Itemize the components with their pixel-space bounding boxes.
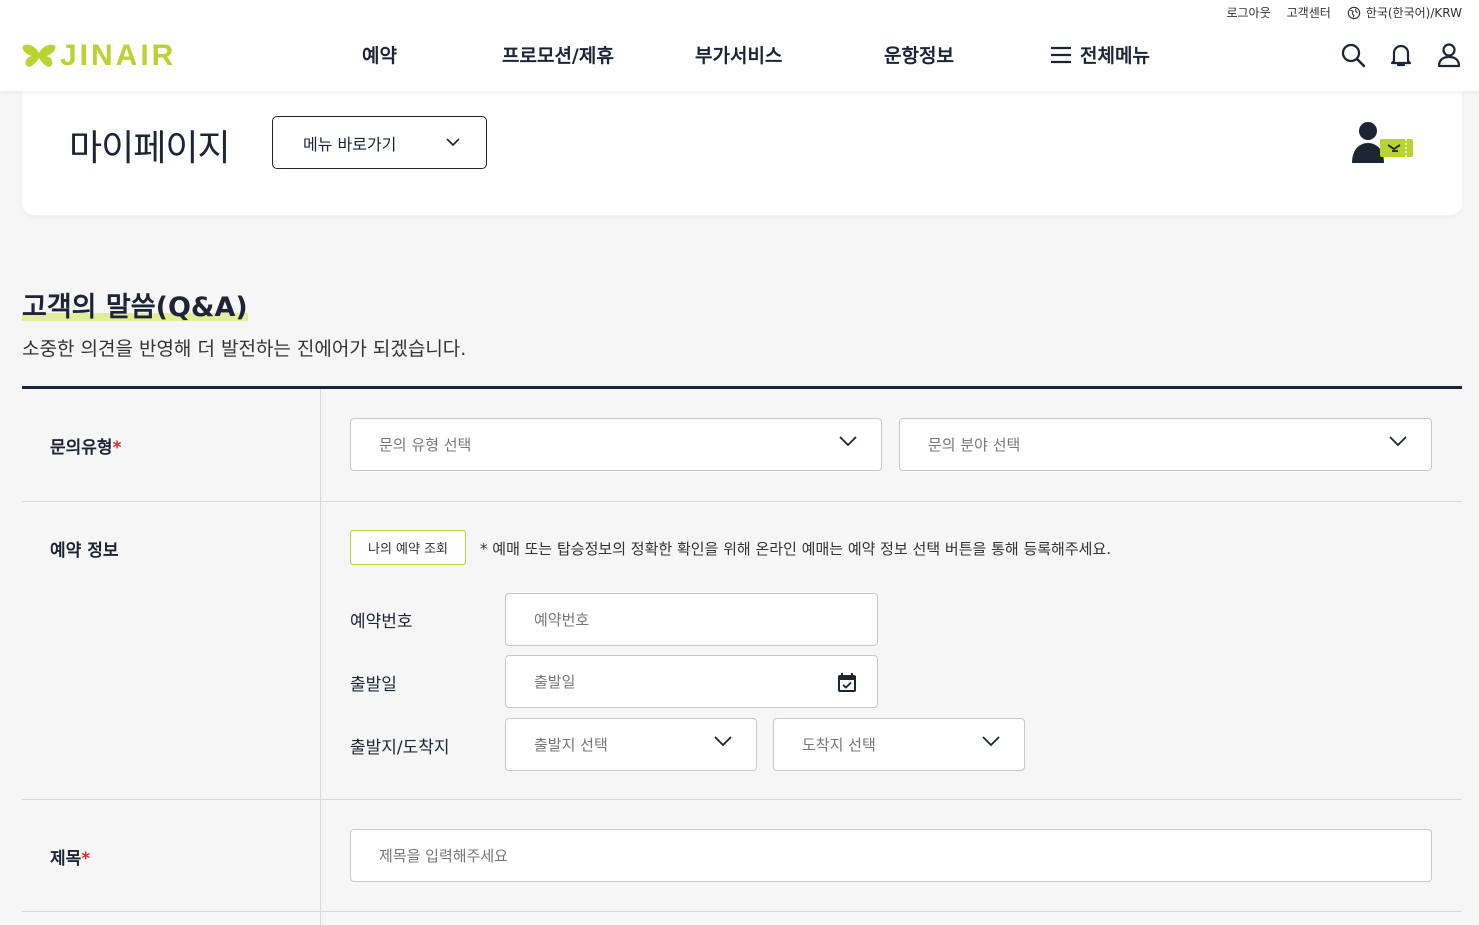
inquiry-type-label: 문의유형*	[50, 433, 121, 458]
departure-date-input[interactable]: 출발일	[505, 655, 878, 708]
page-title: 마이페이지	[69, 128, 231, 169]
subject-input[interactable]: 제목을 입력해주세요	[350, 829, 1432, 882]
inquiry-type-select[interactable]: 문의 유형 선택	[350, 418, 882, 471]
calendar-icon[interactable]	[837, 672, 857, 693]
inquiry-type-label-cell: 문의유형*	[22, 389, 321, 501]
site-header: 로그아웃 고객센터 한국(한국어)/KRW JINAIR 예약 프로모션/제휴 …	[0, 0, 1479, 91]
menu-shortcut-label: 메뉴 바로가기	[303, 134, 397, 154]
row-reservation-info: 예약 정보 나의 예약 조회 * 예매 또는 탑승정보의 정확한 확인을 위해 …	[22, 502, 1462, 800]
subject-label: 제목*	[50, 844, 90, 869]
inquiry-type-placeholder: 문의 유형 선택	[379, 436, 472, 454]
reservation-number-placeholder: 예약번호	[534, 611, 590, 629]
section-subtitle: 소중한 의견을 반영해 더 발전하는 진에어가 되겠습니다.	[22, 338, 467, 360]
reservation-number-input[interactable]: 예약번호	[505, 593, 878, 646]
mypage-bar: 마이페이지 메뉴 바로가기	[22, 91, 1462, 215]
chevron-down-icon	[446, 138, 460, 147]
route-label: 출발지/도착지	[350, 738, 450, 758]
required-mark: *	[81, 849, 91, 869]
inquiry-field-placeholder: 문의 분야 선택	[928, 436, 1021, 454]
chevron-down-icon	[714, 736, 732, 747]
nav-flight-info[interactable]: 운항정보	[884, 41, 954, 68]
chevron-down-icon	[982, 736, 1000, 747]
hamburger-icon	[1051, 46, 1071, 63]
reservation-notice: * 예매 또는 탑승정보의 정확한 확인을 위해 온라인 예매는 예약 정보 선…	[480, 540, 1112, 558]
row-inquiry-type: 문의유형* 문의 유형 선택 문의 분야 선택	[22, 389, 1462, 502]
destination-placeholder: 도착지 선택	[802, 736, 876, 754]
inquiry-type-cell: 문의 유형 선택 문의 분야 선택	[321, 389, 1462, 501]
nav-additional-services[interactable]: 부가서비스	[695, 41, 782, 68]
nav-all-menu[interactable]: 전체메뉴	[1050, 41, 1150, 68]
chevron-down-icon	[1389, 436, 1407, 447]
customer-center-link[interactable]: 고객센터	[1287, 4, 1331, 21]
nav-promotion[interactable]: 프로모션/제휴	[502, 41, 614, 68]
destination-select[interactable]: 도착지 선택	[773, 718, 1025, 771]
next-cell	[321, 912, 1462, 925]
header-icons	[1340, 42, 1462, 68]
reservation-label: 예약 정보	[50, 541, 119, 561]
utility-menu: 로그아웃 고객센터 한국(한국어)/KRW	[1226, 4, 1462, 21]
departure-date-placeholder: 출발일	[534, 673, 576, 691]
bell-icon[interactable]	[1388, 42, 1414, 68]
my-reservation-lookup-button[interactable]: 나의 예약 조회	[350, 530, 466, 565]
reservation-label-cell: 예약 정보	[22, 502, 321, 799]
row-subject: 제목* 제목을 입력해주세요	[22, 800, 1462, 912]
menu-shortcut-dropdown[interactable]: 메뉴 바로가기	[272, 116, 487, 169]
nav-reservation[interactable]: 예약	[362, 41, 397, 68]
section-title-text: 고객의 말씀(Q&A)	[22, 292, 248, 323]
origin-select[interactable]: 출발지 선택	[505, 718, 757, 771]
nav-all-menu-label: 전체메뉴	[1080, 45, 1150, 67]
subject-cell: 제목을 입력해주세요	[321, 800, 1462, 911]
departure-date-label: 출발일	[350, 675, 397, 695]
subject-label-cell: 제목*	[22, 800, 321, 911]
required-mark: *	[112, 438, 122, 458]
section-title: 고객의 말씀(Q&A)	[22, 285, 248, 324]
main-navigation: 예약 프로모션/제휴 부가서비스 운항정보 전체메뉴	[0, 41, 1479, 71]
subject-text: 제목	[50, 849, 82, 869]
globe-icon	[1347, 6, 1361, 19]
origin-placeholder: 출발지 선택	[534, 736, 608, 754]
language-selector[interactable]: 한국(한국어)/KRW	[1347, 4, 1462, 21]
user-icon[interactable]	[1436, 42, 1462, 68]
logout-link[interactable]: 로그아웃	[1226, 4, 1270, 21]
language-label: 한국(한국어)/KRW	[1365, 6, 1462, 20]
chevron-down-icon	[839, 436, 857, 447]
subject-placeholder: 제목을 입력해주세요	[379, 847, 508, 865]
traveler-ticket-icon	[1352, 122, 1413, 163]
inquiry-type-text: 문의유형	[50, 438, 113, 458]
qna-form: 문의유형* 문의 유형 선택 문의 분야 선택 예약 정보 나의 예약 조회 *…	[22, 386, 1462, 925]
reservation-cell: 나의 예약 조회 * 예매 또는 탑승정보의 정확한 확인을 위해 온라인 예매…	[321, 502, 1462, 799]
inquiry-field-select[interactable]: 문의 분야 선택	[899, 418, 1432, 471]
search-icon[interactable]	[1340, 42, 1366, 68]
next-label-cell	[22, 912, 321, 925]
reservation-number-label: 예약번호	[350, 612, 413, 632]
row-next	[22, 912, 1462, 925]
